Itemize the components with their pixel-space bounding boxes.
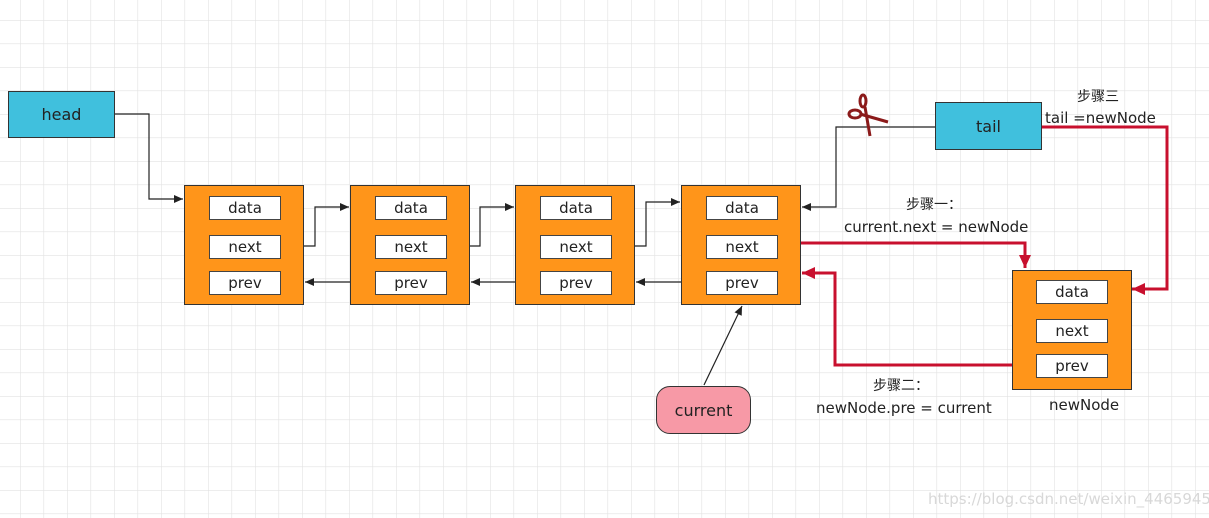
prev-field: prev	[1036, 354, 1108, 378]
list-node-current[interactable]: data next prev	[681, 185, 801, 305]
step2-title: 步骤二：	[873, 378, 929, 394]
step2-code: newNode.pre = current	[816, 399, 992, 417]
prev-field: prev	[706, 271, 778, 295]
step1-code: current.next = newNode	[844, 218, 1029, 236]
next-field: next	[375, 235, 447, 259]
next-field: next	[706, 235, 778, 259]
current-pointer[interactable]: current	[656, 386, 751, 434]
tail-label: tail	[976, 116, 1001, 136]
list-node[interactable]: data next prev	[350, 185, 470, 305]
next-field: next	[209, 235, 281, 259]
data-field: data	[540, 196, 612, 220]
step1-title: 步骤一：	[906, 197, 962, 213]
new-node-caption: newNode	[1049, 396, 1120, 414]
data-field: data	[1036, 280, 1108, 304]
step3-code: tail =newNode	[1045, 109, 1156, 127]
step3-title: 步骤三	[1077, 89, 1119, 105]
prev-field: prev	[540, 271, 612, 295]
list-node[interactable]: data next prev	[184, 185, 304, 305]
current-label: current	[674, 400, 733, 420]
next-field: next	[540, 235, 612, 259]
list-node[interactable]: data next prev	[515, 185, 635, 305]
data-field: data	[706, 196, 778, 220]
tail-pointer[interactable]: tail	[935, 102, 1042, 150]
head-pointer[interactable]: head	[8, 91, 115, 138]
next-field: next	[1036, 319, 1108, 343]
new-node[interactable]: data next prev	[1012, 270, 1132, 390]
head-label: head	[41, 105, 82, 124]
prev-field: prev	[209, 271, 281, 295]
watermark: https://blog.csdn.net/weixin_44659458	[928, 490, 1209, 508]
data-field: data	[375, 196, 447, 220]
data-field: data	[209, 196, 281, 220]
prev-field: prev	[375, 271, 447, 295]
